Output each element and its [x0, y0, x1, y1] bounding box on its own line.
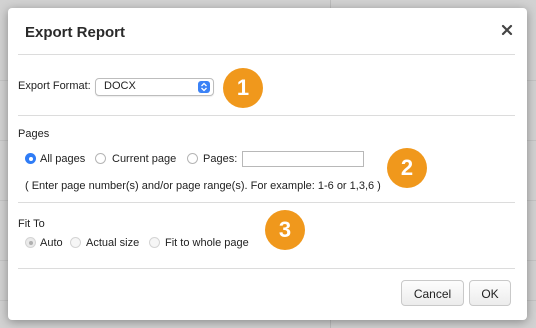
radio-fit-actual-size-label: Actual size	[86, 237, 140, 249]
cancel-button[interactable]: Cancel	[401, 280, 464, 306]
divider	[18, 268, 515, 269]
radio-current-page[interactable]	[95, 153, 106, 164]
radio-all-pages[interactable]	[25, 153, 36, 164]
pages-hint-text: ( Enter page number(s) and/or page range…	[25, 180, 381, 192]
export-format-select[interactable]: DOCX	[95, 78, 214, 96]
radio-fit-whole-page[interactable]	[149, 237, 160, 248]
export-format-value: DOCX	[104, 80, 136, 92]
step-badge-1: 1	[223, 68, 263, 108]
radio-current-page-label: Current page	[112, 153, 177, 165]
dialog-title: Export Report	[25, 24, 126, 41]
export-report-dialog: Export Report Export Format: DOCX 1 Page…	[8, 8, 527, 320]
close-icon[interactable]	[499, 22, 515, 38]
step-badge-2: 2	[387, 148, 427, 188]
radio-fit-auto[interactable]	[25, 237, 36, 248]
export-format-label: Export Format:	[18, 80, 91, 92]
radio-pages-label: Pages:	[203, 153, 238, 165]
fit-to-section-label: Fit To	[18, 218, 45, 230]
radio-all-pages-label: All pages	[40, 153, 86, 165]
ok-button[interactable]: OK	[469, 280, 511, 306]
chevron-updown-icon	[198, 81, 210, 93]
divider	[18, 54, 515, 55]
radio-fit-auto-label: Auto	[40, 237, 63, 249]
pages-range-input[interactable]	[242, 151, 364, 167]
pages-section-label: Pages	[18, 128, 50, 140]
radio-fit-whole-page-label: Fit to whole page	[165, 237, 249, 249]
divider	[18, 202, 515, 203]
divider	[18, 115, 515, 116]
radio-fit-actual-size[interactable]	[70, 237, 81, 248]
radio-pages[interactable]	[187, 153, 198, 164]
step-badge-3: 3	[265, 210, 305, 250]
